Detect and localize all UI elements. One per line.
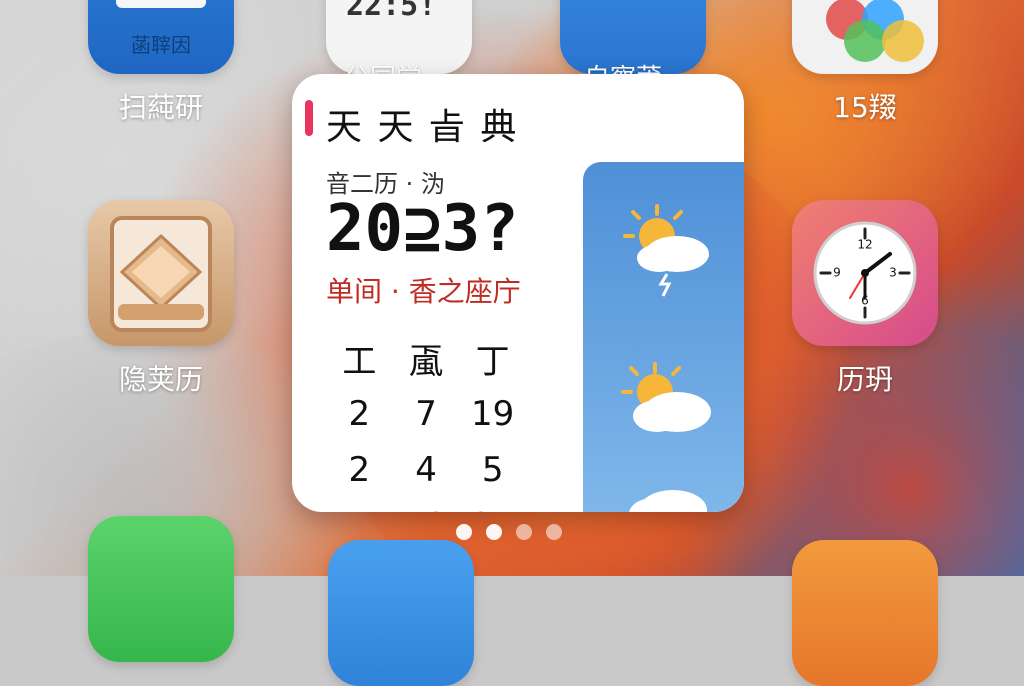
grid-row: 2 7 19 xyxy=(326,386,526,442)
widget-title: 天 天 㫖 典 xyxy=(326,107,519,148)
page-dot[interactable] xyxy=(456,524,472,540)
svg-text:3: 3 xyxy=(889,266,897,280)
calendar-weather-widget[interactable]: 天 天 㫖 典 音二历 · 沩 20⊇3? 单间 · 香之座庁 工 颪 丁 2 … xyxy=(292,74,744,512)
grid-header-cell: 颪 xyxy=(409,341,443,382)
weather-icon xyxy=(629,490,707,512)
svg-text:12: 12 xyxy=(857,238,872,252)
app-green[interactable] xyxy=(88,516,234,662)
app-row3-mid[interactable] xyxy=(328,540,474,686)
clock-app-icon[interactable]: 12 3 6 9 xyxy=(792,200,938,346)
app-label: 隐荚历 xyxy=(118,363,203,396)
widget-red-line: 单间 · 香之座庁 xyxy=(326,275,521,308)
weather-icon xyxy=(623,204,709,297)
app-row3-right[interactable] xyxy=(792,540,938,686)
green-app-icon[interactable] xyxy=(88,516,234,662)
app-label: 15䍳 xyxy=(833,91,897,124)
clock-digits: 22:5! xyxy=(346,0,437,23)
grid-header: 工 颪 丁 xyxy=(326,330,526,386)
notes-app-icon[interactable] xyxy=(88,200,234,346)
grid-header-cell: 丁 xyxy=(475,341,510,382)
scan-app-icon[interactable]: 菡䏁因 xyxy=(88,0,234,74)
grid-cell: 19 xyxy=(471,394,515,434)
tile-caption: 菡䏁因 xyxy=(131,33,191,57)
grid-cell: 2 xyxy=(348,394,371,434)
app-notes[interactable]: 隐荚历 xyxy=(88,200,234,398)
grid-cell: 5 xyxy=(481,450,504,490)
grid-header-cell: 工 xyxy=(342,341,377,382)
widget-big-value: 20⊇3? xyxy=(326,192,519,266)
grid-row: 2 4 5 xyxy=(326,442,526,498)
app-scan[interactable]: 菡䏁因 扫蒓研 xyxy=(88,0,234,126)
page-dot[interactable] xyxy=(516,524,532,540)
svg-text:9: 9 xyxy=(833,266,841,280)
accent-bar xyxy=(305,100,313,136)
grid-row: 3 12 21 xyxy=(326,498,526,512)
page-dot[interactable] xyxy=(486,524,502,540)
notes-icon xyxy=(110,216,212,332)
weather-panel xyxy=(583,162,744,512)
grid-cell: 21 xyxy=(459,506,526,512)
app-label: 历玬 xyxy=(836,363,893,396)
grid-cell: 4 xyxy=(415,450,437,490)
grid-cell: 12 xyxy=(393,506,460,512)
photos-app-icon[interactable] xyxy=(792,0,938,74)
grid-cell: 7 xyxy=(415,394,437,434)
calendar-grid: 工 颪 丁 2 7 19 2 4 5 3 12 21 xyxy=(326,330,526,513)
app-label: 扫蒓研 xyxy=(118,91,203,124)
grid-cell: 2 xyxy=(348,450,371,490)
grid-cell: 3 xyxy=(326,506,393,512)
page-indicator[interactable] xyxy=(456,524,562,540)
envelope-icon xyxy=(116,0,206,8)
app-clock[interactable]: 12 3 6 9 历玬 xyxy=(792,200,938,398)
app-photos[interactable]: 15䍳 xyxy=(792,0,938,126)
weather-icon xyxy=(621,362,711,432)
orange-app-icon[interactable] xyxy=(792,540,938,686)
blue-app-icon[interactable] xyxy=(328,540,474,686)
clock-icon: 12369 xyxy=(813,221,917,325)
page-dot[interactable] xyxy=(546,524,562,540)
